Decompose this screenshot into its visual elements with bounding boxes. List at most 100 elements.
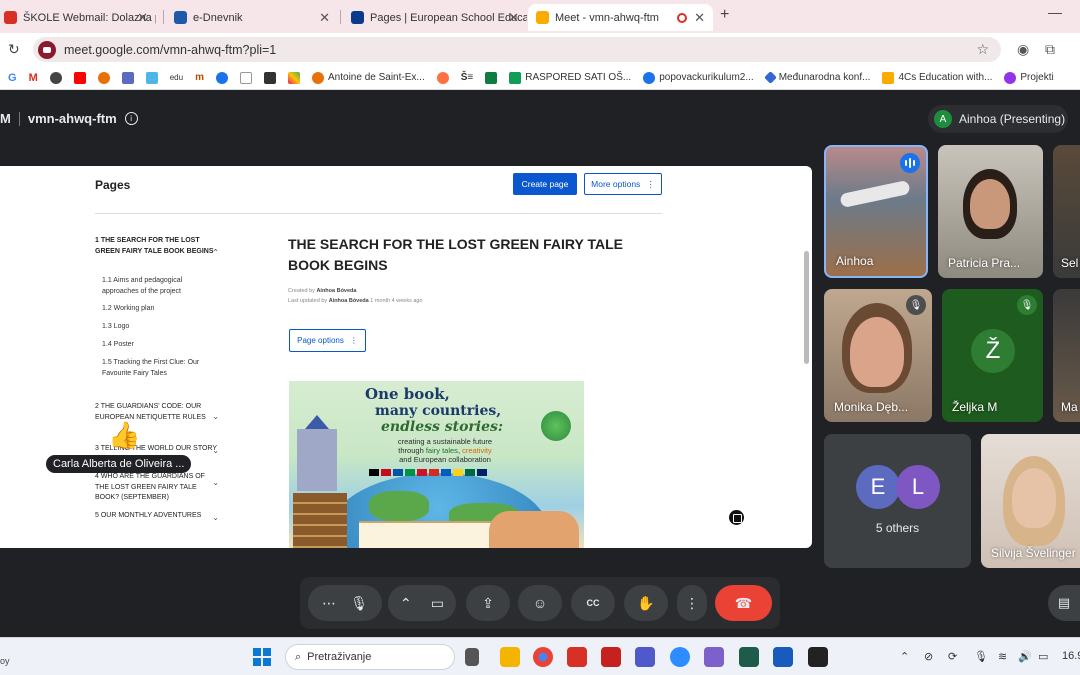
powerpoint-icon[interactable] — [601, 647, 621, 667]
close-icon[interactable]: ✕ — [508, 10, 519, 26]
bookmark-doc[interactable] — [145, 71, 158, 84]
info-icon[interactable]: i — [124, 112, 138, 125]
task-view-icon[interactable] — [465, 648, 479, 666]
bookmark-star[interactable] — [264, 71, 276, 84]
toc-item[interactable]: 4 WHO ARE THE GUARDIANS OF THE LOST GREE… — [95, 472, 219, 504]
close-icon[interactable]: ✕ — [319, 10, 330, 26]
omnibox[interactable]: meet.google.com/vmn-ahwq-ftm?pli=1 ☆ — [33, 37, 1001, 62]
leave-call-button[interactable]: ☎ — [715, 585, 772, 621]
author-link[interactable]: Ainhoa Bóveda — [316, 288, 356, 294]
bookmark-antoine[interactable]: Antoine de Saint-Ex... — [312, 71, 425, 84]
clock[interactable]: 16.9 — [1062, 650, 1080, 662]
windows-start-icon[interactable] — [253, 648, 271, 666]
page-options-button[interactable]: Page options ⋮ — [289, 329, 366, 352]
new-tab-button[interactable]: + — [720, 6, 729, 24]
extensions-icon[interactable]: ⧉ — [1045, 41, 1055, 58]
scrollbar[interactable] — [804, 251, 809, 364]
toc-item[interactable]: 1.3 Logo — [102, 322, 212, 333]
bookmark-colorful[interactable] — [288, 71, 300, 84]
bookmark-s[interactable]: Š≡ — [461, 72, 474, 83]
toc-item[interactable]: 1.4 Poster — [102, 340, 212, 351]
wifi-icon[interactable]: ≋ — [998, 650, 1007, 663]
participant-avatar: L — [896, 465, 940, 509]
reload-icon[interactable]: ↻ — [8, 41, 20, 58]
bookmark-excel[interactable] — [485, 71, 498, 84]
snipping-tool-icon[interactable] — [808, 647, 828, 667]
tab-webmail[interactable]: ŠKOLE Webmail: Dolazna pošta ✕ — [0, 4, 156, 31]
create-page-button[interactable]: Create page — [513, 173, 577, 195]
participant-tile[interactable]: Sel — [1053, 145, 1080, 278]
presenter-chip[interactable]: A Ainhoa (Presenting) — [928, 105, 1068, 133]
chevron-up-icon[interactable]: ⌃ — [900, 650, 909, 663]
toc-item[interactable]: 5 OUR MONTHLY ADVENTURES ⌄ — [95, 511, 219, 522]
chat-button[interactable]: ▤ — [1048, 585, 1080, 621]
app-icon[interactable] — [739, 647, 759, 667]
toc-item[interactable]: 1.1 Aims and pedagogical approaches of t… — [102, 276, 212, 297]
bookmark-grid[interactable] — [121, 71, 134, 84]
others-tile[interactable]: E L 5 others — [824, 434, 971, 568]
4cs-icon — [882, 71, 895, 84]
bookmark-gmail[interactable]: M — [29, 72, 38, 84]
bookmark-circle[interactable] — [436, 71, 449, 84]
close-icon[interactable]: ✕ — [137, 10, 148, 26]
bookmark-4cs[interactable]: 4Cs Education with... — [882, 71, 992, 84]
more-audio-options-icon[interactable]: ⋯ — [322, 595, 336, 612]
microphone-control[interactable]: ⋯ 🎙 — [308, 585, 382, 621]
acrobat-icon[interactable] — [567, 647, 587, 667]
microphone-tray-icon[interactable]: 🎙 — [974, 650, 988, 663]
viber-icon[interactable] — [704, 647, 724, 667]
tab-e-dnevnik[interactable]: e-Dnevnik ✕ — [166, 4, 338, 31]
tray-app-icon[interactable]: ⊘ — [924, 650, 933, 663]
battery-icon[interactable]: ▭ — [1038, 650, 1048, 663]
emoji-reactions-button[interactable]: ☺ — [518, 585, 562, 621]
bookmark-c[interactable] — [216, 71, 228, 84]
bookmark-projekti[interactable]: Projekti — [1004, 71, 1054, 84]
bookmark-popovac[interactable]: popovackurikulum2... — [643, 71, 754, 84]
bookmark-google[interactable]: G — [8, 72, 17, 84]
tab-meet[interactable]: Meet - vmn-ahwq-ftm ✕ — [528, 4, 713, 31]
bookmark-edu[interactable]: edu — [170, 73, 183, 82]
author-link[interactable]: Ainhoa Bóveda — [329, 298, 369, 304]
minimize-window-button[interactable]: — — [1048, 4, 1062, 20]
bookmark-globe[interactable] — [49, 71, 62, 84]
teams-icon[interactable] — [635, 647, 655, 667]
present-screen-button[interactable]: ⇪ — [466, 585, 510, 621]
video-camera-icon[interactable]: ▭ — [431, 595, 444, 612]
bookmark-youtube[interactable] — [73, 71, 86, 84]
bookmark-medunarodna[interactable]: Međunarodna konf... — [763, 71, 870, 84]
camera-control[interactable]: ⌃ ▭ — [388, 585, 456, 621]
participant-tile[interactable]: Silvija Švelinger — [981, 434, 1080, 568]
fullscreen-icon[interactable] — [729, 510, 744, 525]
word-icon[interactable] — [773, 647, 793, 667]
chrome-icon[interactable] — [533, 647, 553, 667]
more-options-button[interactable]: ⋮ — [677, 585, 707, 621]
participant-tile[interactable]: Ainhoa — [824, 145, 928, 278]
participant-tile[interactable]: Patricia Pra... — [938, 145, 1043, 278]
bookmark-m[interactable]: m — [195, 72, 204, 83]
more-options-button[interactable]: More options ⋮ — [584, 173, 662, 195]
bookmark-raspored[interactable]: RASPORED SATI OŠ... — [509, 71, 631, 84]
bookmark-orange[interactable] — [97, 71, 110, 84]
participant-tile[interactable]: 🎙 Monika Dęb... — [824, 289, 932, 422]
raise-hand-button[interactable]: ✋ — [624, 585, 668, 621]
participant-tile[interactable]: Ž 🎙 Željka M — [942, 289, 1043, 422]
toc-item[interactable]: 1.2 Working plan — [102, 304, 212, 315]
microphone-icon[interactable]: 🎙 — [350, 595, 368, 612]
toc-item[interactable]: 1.5 Tracking the First Clue: Our Favouri… — [102, 358, 212, 379]
volume-icon[interactable]: 🔊 — [1018, 650, 1032, 663]
chevron-up-icon[interactable]: ⌃ — [400, 595, 412, 612]
captions-button[interactable]: CC — [571, 585, 615, 621]
close-icon[interactable]: ✕ — [694, 10, 705, 26]
participant-tile[interactable]: Ma — [1053, 289, 1080, 422]
toc-item[interactable]: 1 THE SEARCH FOR THE LOST GREEN FAIRY TA… — [95, 236, 219, 257]
bookmark-star-icon[interactable]: ☆ — [976, 41, 989, 58]
site-info-icon[interactable] — [38, 40, 56, 59]
tab-european-school-education[interactable]: Pages | European School Educat ✕ — [343, 4, 527, 31]
chevron-down-icon: ⌄ — [212, 478, 219, 487]
sync-icon[interactable]: ⟳ — [948, 650, 957, 663]
zoom-icon[interactable] — [670, 647, 690, 667]
file-explorer-icon[interactable] — [500, 647, 520, 667]
camera-icon[interactable]: ◉ — [1017, 41, 1029, 58]
bookmark-box[interactable] — [240, 71, 252, 84]
taskbar-search[interactable]: ⌕ Pretraživanje — [285, 644, 455, 670]
